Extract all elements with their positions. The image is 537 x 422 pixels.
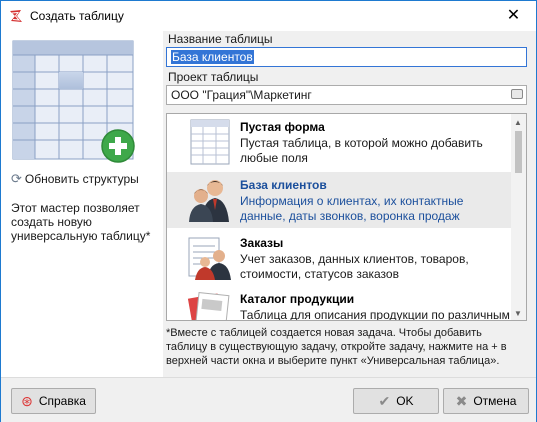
project-browse-button[interactable] [511,89,523,99]
refresh-icon: ⟳ [11,171,22,186]
button-bar: ⊛ Справка ✔ OK ✖ Отмена [1,377,536,422]
template-list[interactable]: Пустая форма Пустая таблица, в которой м… [166,113,527,321]
template-description: Таблица для описания продукции по различ… [240,308,510,321]
refresh-structures-link[interactable]: ⟳ Обновить структуры [11,171,139,187]
template-item-catalog[interactable]: Каталог продукции Таблица для описания п… [167,286,512,321]
project-value: ООО "Грация"\Маркетинг [171,88,312,102]
template-item-blank[interactable]: Пустая форма Пустая таблица, в которой м… [167,114,512,170]
scroll-down-icon[interactable]: ▼ [514,309,522,318]
scroll-thumb[interactable] [515,131,522,173]
footnote: *Вместе с таблицей создается новая задач… [166,327,507,367]
table-name-input[interactable]: База клиентов [166,47,527,67]
orders-icon [188,237,231,280]
refresh-label: Обновить структуры [24,172,139,186]
template-name: Каталог продукции [240,292,355,306]
cancel-x-icon: ✖ [455,392,468,409]
lifebuoy-icon: ⊛ [21,392,33,409]
ok-label: OK [396,394,414,408]
template-name: Заказы [240,236,284,250]
cancel-button[interactable]: ✖ Отмена [443,388,529,414]
project-label: Проект таблицы [168,70,259,84]
title-bar: Создать таблицу ✕ [1,1,536,31]
wizard-description: Этот мастер позволяет создать новую унив… [11,201,151,243]
template-description: Пустая таблица, в которой можно добавить… [240,136,483,165]
help-button[interactable]: ⊛ Справка [11,388,96,414]
help-label: Справка [38,394,86,408]
catalog-icon [187,291,230,320]
template-item-orders[interactable]: Заказы Учет заказов, данных клиентов, то… [167,230,512,286]
template-item-clients[interactable]: База клиентов Информация о клиентах, их … [167,172,512,228]
scroll-up-icon[interactable]: ▲ [514,118,522,127]
ok-button[interactable]: ✔ OK [353,388,439,414]
project-field[interactable]: ООО "Грация"\Маркетинг [166,85,527,105]
checkmark-icon: ✔ [378,392,391,409]
table-illustration-icon [12,40,135,163]
app-logo-icon [10,10,22,22]
clients-icon [189,180,229,222]
template-description: Информация о клиентах, их контактные дан… [240,194,464,223]
cancel-label: Отмена [473,394,517,408]
window-title: Создать таблицу [30,9,124,23]
table-name-label: Название таблицы [168,32,273,46]
template-name: База клиентов [240,178,327,192]
template-description: Учет заказов, данных клиентов, товаров, … [240,252,469,281]
close-icon: ✕ [506,7,521,24]
table-name-value: База клиентов [171,50,254,64]
template-name: Пустая форма [240,120,325,134]
template-list-scrollbar[interactable]: ▲ ▼ [511,114,526,320]
blank-form-icon [190,119,230,165]
left-panel: ⟳ Обновить структуры Этот мастер позволяе… [1,31,163,377]
dialog-window: Создать таблицу ✕ ⟳ Обновить структуры Э… [0,0,537,422]
close-button[interactable]: ✕ [491,1,536,30]
